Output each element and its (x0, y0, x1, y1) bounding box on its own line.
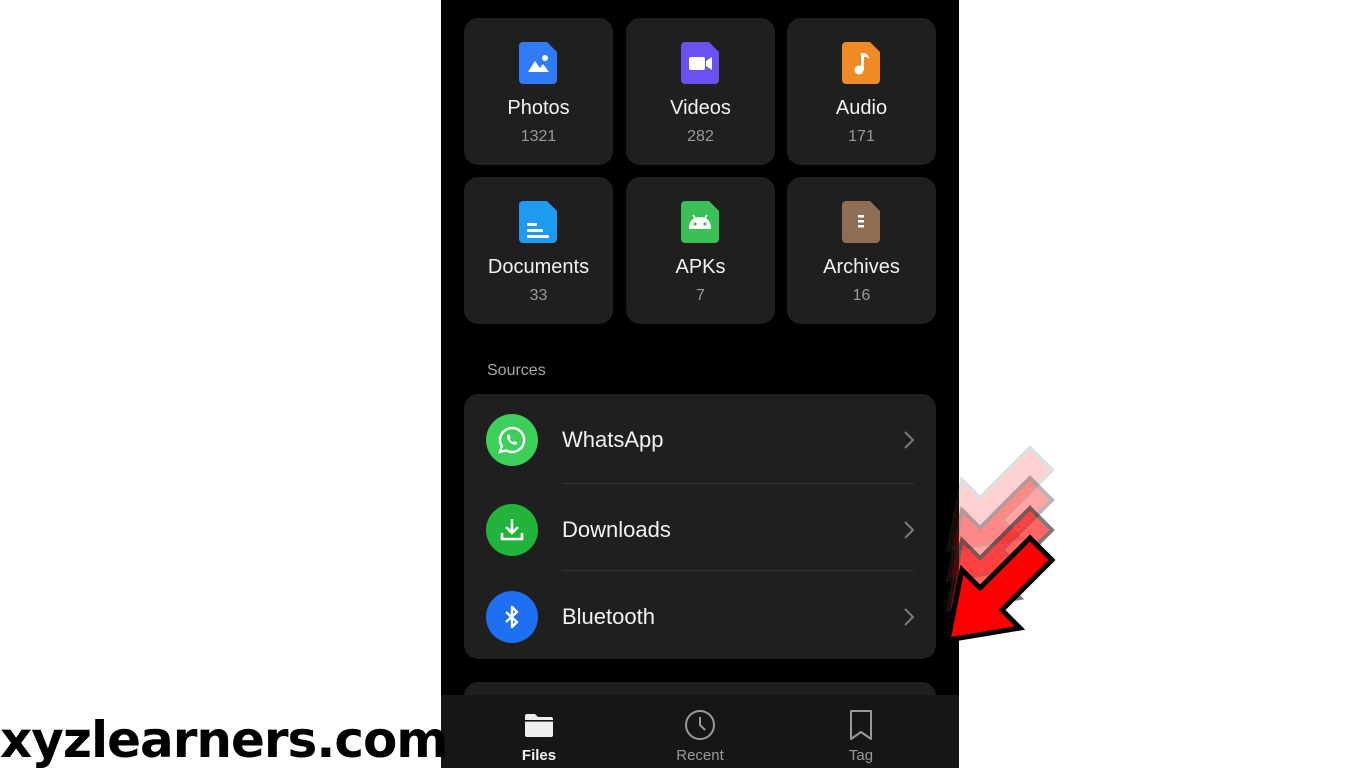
site-watermark: xyzlearners.com (0, 711, 448, 768)
category-label: Audio (835, 97, 888, 119)
source-label: Bluetooth (562, 604, 655, 629)
nav-label: Tag (848, 747, 874, 764)
bookmark-icon (850, 710, 872, 740)
document-icon (519, 201, 557, 243)
category-label: Archives (823, 256, 900, 278)
chevron-right-icon (904, 521, 915, 539)
whatsapp-icon (486, 414, 538, 466)
archive-icon (842, 201, 880, 243)
category-count: 1321 (520, 128, 557, 145)
nav-tab-files[interactable]: Files (479, 695, 599, 768)
clock-icon (685, 710, 715, 740)
source-item-whatsapp[interactable]: WhatsApp (464, 394, 936, 481)
android-icon (681, 201, 719, 243)
category-count: 16 (852, 287, 871, 304)
source-item-downloads[interactable]: Downloads (464, 484, 936, 571)
nav-label: Recent (676, 747, 724, 764)
category-label: Documents (487, 256, 590, 278)
category-count: 282 (687, 128, 714, 145)
phone-screen: Photos 1321 Videos 282 Audio 171 Documen… (441, 0, 959, 768)
source-item-bluetooth[interactable]: Bluetooth (464, 571, 936, 658)
sources-list: WhatsApp Downloads Bluetooth (464, 394, 936, 659)
category-count: 7 (696, 287, 705, 304)
category-tile-apks[interactable]: APKs 7 (626, 177, 775, 324)
bluetooth-icon (486, 591, 538, 643)
chevron-right-icon (904, 608, 915, 626)
music-icon (842, 42, 880, 84)
category-tile-documents[interactable]: Documents 33 (464, 177, 613, 324)
page: Photos 1321 Videos 282 Audio 171 Documen… (0, 0, 1366, 768)
category-label: Videos (670, 97, 731, 119)
category-label: Photos (507, 97, 570, 119)
source-label: WhatsApp (562, 427, 664, 452)
category-tile-photos[interactable]: Photos 1321 (464, 18, 613, 165)
chevron-right-icon (904, 431, 915, 449)
nav-tab-recent[interactable]: Recent (640, 695, 760, 768)
sources-heading: Sources (487, 362, 546, 379)
nav-label: Files (521, 747, 557, 764)
bottom-navigation: Files Recent Tag (441, 695, 959, 768)
image-icon (519, 42, 557, 84)
red-arrow-annotation (944, 445, 1056, 644)
source-label: Downloads (562, 517, 671, 542)
category-tile-videos[interactable]: Videos 282 (626, 18, 775, 165)
category-tile-audio[interactable]: Audio 171 (787, 18, 936, 165)
category-count: 171 (848, 128, 875, 145)
category-tile-archives[interactable]: Archives 16 (787, 177, 936, 324)
category-count: 33 (529, 287, 548, 304)
category-label: APKs (675, 256, 726, 278)
nav-tab-tag[interactable]: Tag (801, 695, 921, 768)
download-icon (486, 504, 538, 556)
video-icon (681, 42, 719, 84)
folder-icon (525, 714, 553, 737)
